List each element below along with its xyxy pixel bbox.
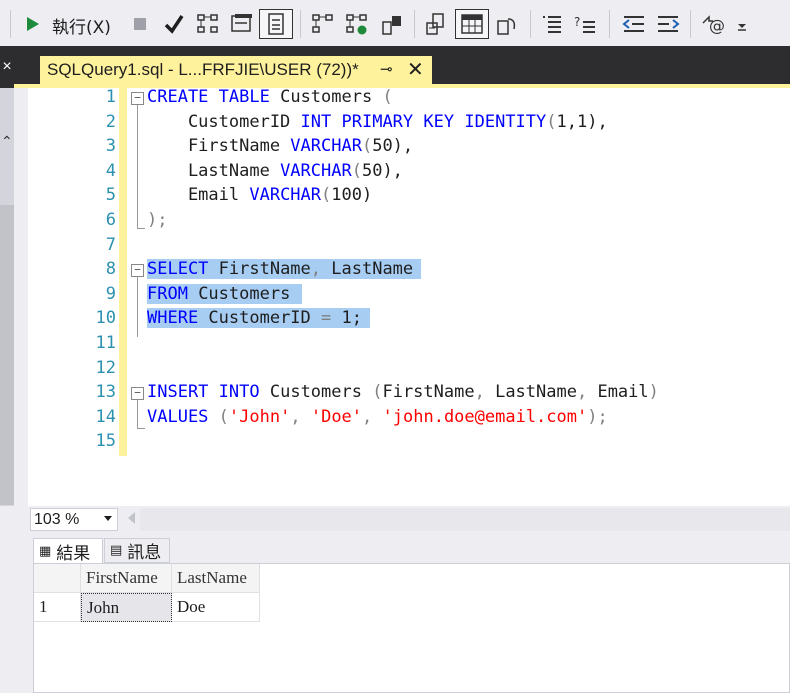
tab-messages-label: 訊息 <box>127 543 162 563</box>
line-number: 7 <box>105 234 116 255</box>
code-line-text: SELECT FirstName, LastName <box>147 259 422 280</box>
toolbar-separator <box>300 10 301 38</box>
code-line[interactable]: CustomerID INT PRIMARY KEY IDENTITY(1,1)… <box>147 110 608 135</box>
execute-button-label[interactable]: 執行(X) <box>52 13 111 38</box>
code-line[interactable]: Email VARCHAR(100) <box>147 183 372 208</box>
line-number: 11 <box>95 333 116 353</box>
line-number: 2 <box>105 111 116 132</box>
code-line[interactable]: VALUES ('John', 'Doe', 'john.doe@email.c… <box>147 405 608 430</box>
results-to-grid-icon[interactable] <box>311 9 335 39</box>
results-grid[interactable]: FirstName LastName 1 John Doe <box>33 563 790 693</box>
tab-sqlquery1[interactable]: SQLQuery1.sql - L...FRFJIE\USER (72))* ⊸… <box>40 56 432 84</box>
display-estimated-plan-icon[interactable] <box>494 9 520 39</box>
close-icon[interactable]: × <box>0 58 14 76</box>
left-scroll-thumb[interactable] <box>0 205 14 505</box>
specify-values-icon[interactable]: @ <box>700 9 730 39</box>
svg-text:?: ? <box>574 15 580 29</box>
live-stats-icon[interactable] <box>455 9 489 39</box>
code-line-text: INSERT INTO Customers (FirstName, LastNa… <box>147 382 659 403</box>
uncomment-icon[interactable]: ? <box>572 9 598 39</box>
column-header[interactable]: FirstName <box>81 564 172 593</box>
grid-corner[interactable] <box>34 564 81 593</box>
line-number: 5 <box>105 185 116 206</box>
change-tracking-bar <box>119 88 127 456</box>
line-number: 15 <box>95 431 116 452</box>
row-number[interactable]: 1 <box>34 593 81 622</box>
scroll-left-icon[interactable] <box>128 512 135 524</box>
line-number: 4 <box>105 160 116 181</box>
fold-guide <box>137 277 138 337</box>
line-number: 9 <box>105 283 116 304</box>
toolbar-separator <box>609 10 610 38</box>
code-line-text: VALUES ('John', 'Doe', 'john.doe@email.c… <box>147 406 608 427</box>
outdent-icon[interactable] <box>620 9 648 39</box>
toolbar-separator <box>414 10 415 38</box>
comment-icon[interactable] <box>540 9 564 39</box>
line-number: 14 <box>95 406 116 427</box>
code-line[interactable]: INSERT INTO Customers (FirstName, LastNa… <box>147 380 659 405</box>
toolbar-overflow-icon[interactable] <box>735 9 749 39</box>
code-line-text: CustomerID INT PRIMARY KEY IDENTITY(1,1)… <box>147 111 608 132</box>
include-stats-icon[interactable] <box>379 9 405 39</box>
stop-icon[interactable] <box>130 9 150 39</box>
code-line-text: ); <box>147 210 168 230</box>
include-plan-icon[interactable] <box>345 9 369 39</box>
line-number: 12 <box>95 357 116 378</box>
display-plan-icon[interactable] <box>196 9 220 39</box>
tab-messages[interactable]: ▤ 訊息 <box>104 538 170 563</box>
fold-guide-end <box>137 428 145 429</box>
line-number: 13 <box>95 382 116 403</box>
code-line-text: LastName VARCHAR(50), <box>147 160 403 181</box>
code-line[interactable]: FirstName VARCHAR(50), <box>147 134 413 159</box>
toolbar-separator <box>530 10 531 38</box>
query-options-icon[interactable] <box>229 9 255 39</box>
code-line[interactable]: CREATE TABLE Customers ( <box>147 85 393 110</box>
code-line[interactable]: SELECT FirstName, LastName <box>147 257 422 282</box>
collapse-icon[interactable]: − <box>131 92 144 105</box>
grid-icon: ▦ <box>39 543 52 559</box>
fold-guide <box>137 400 138 428</box>
indent-icon[interactable] <box>654 9 682 39</box>
grid-cell[interactable]: Doe <box>172 593 260 622</box>
results-to-text-icon[interactable] <box>259 9 293 39</box>
chevron-up-icon[interactable]: ⌃ <box>1 133 13 150</box>
line-number: 3 <box>105 136 116 157</box>
code-line[interactable]: LastName VARCHAR(50), <box>147 159 403 184</box>
parse-check-icon[interactable] <box>162 9 186 39</box>
column-header[interactable]: LastName <box>172 564 260 593</box>
code-line-text: FROM Customers <box>147 283 303 304</box>
code-line[interactable]: WHERE CustomerID = 1; <box>147 306 370 331</box>
chevron-down-icon[interactable] <box>104 516 112 521</box>
code-line[interactable]: ); <box>147 208 168 233</box>
line-number: 1 <box>105 87 116 107</box>
line-number: 10 <box>95 308 116 329</box>
tab-results[interactable]: ▦ 結果 <box>33 538 103 564</box>
collapse-icon[interactable]: − <box>131 387 144 400</box>
messages-icon: ▤ <box>110 543 123 558</box>
query-toolbar: 執行(X) ? @ <box>0 0 790 46</box>
horizontal-scrollbar[interactable] <box>140 508 790 531</box>
code-line-text: FirstName VARCHAR(50), <box>147 136 414 157</box>
svg-text:@: @ <box>709 16 725 35</box>
fold-guide <box>137 105 138 228</box>
code-line-text: CREATE TABLE Customers ( <box>147 87 393 107</box>
tab-title: SQLQuery1.sql - L...FRFJIE\USER (72))* <box>47 60 359 79</box>
code-line[interactable]: FROM Customers <box>147 282 303 307</box>
fold-guide-end <box>137 228 145 229</box>
pin-icon[interactable]: ⊸ <box>380 60 393 78</box>
tab-results-label: 結果 <box>56 543 91 564</box>
grid-cell[interactable]: John <box>81 593 172 622</box>
line-number: 6 <box>105 210 116 230</box>
close-icon[interactable]: ✕ <box>407 57 424 82</box>
results-to-file-icon[interactable] <box>424 9 448 39</box>
collapse-icon[interactable]: − <box>131 264 144 277</box>
run-icon[interactable] <box>24 9 42 39</box>
toolbar-separator <box>10 10 11 38</box>
toolbar-separator <box>690 10 691 38</box>
document-tab-strip: SQLQuery1.sql - L...FRFJIE\USER (72))* ⊸… <box>14 46 790 84</box>
line-number: 8 <box>105 259 116 280</box>
code-line-text: Email VARCHAR(100) <box>147 185 373 206</box>
code-line-text: WHERE CustomerID = 1; <box>147 308 370 329</box>
